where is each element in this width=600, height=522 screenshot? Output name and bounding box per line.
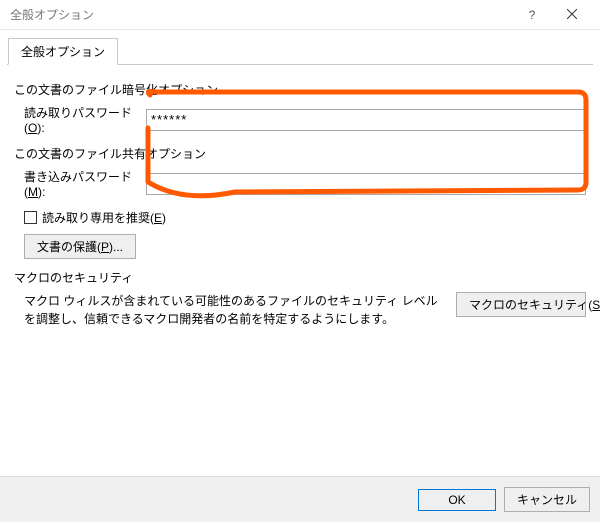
macro-security-button[interactable]: マクロのセキュリティ(S)... xyxy=(456,292,586,317)
protect-document-button[interactable]: 文書の保護(P)... xyxy=(24,234,136,259)
read-password-input[interactable] xyxy=(146,109,586,131)
dialog-footer: OK キャンセル xyxy=(0,476,600,522)
sharing-group-label: この文書のファイル共有オプション xyxy=(14,145,586,162)
window-title: 全般オプション xyxy=(10,6,512,23)
write-password-row: 書き込みパスワード(M): xyxy=(14,168,586,199)
write-password-label: 書き込みパスワード(M): xyxy=(14,168,146,199)
close-icon xyxy=(567,8,577,22)
cancel-button[interactable]: キャンセル xyxy=(504,487,590,512)
ok-button[interactable]: OK xyxy=(418,489,496,511)
content-area: この文書のファイル暗号化オプション 読み取りパスワード(O): この文書のファイ… xyxy=(0,65,600,338)
close-button[interactable] xyxy=(552,1,592,29)
help-icon: ? xyxy=(529,8,536,22)
read-password-row: 読み取りパスワード(O): xyxy=(14,104,586,135)
help-button[interactable]: ? xyxy=(512,1,552,29)
readonly-recommend-label: 読み取り専用を推奨(E) xyxy=(42,209,166,226)
tab-bar: 全般オプション xyxy=(0,30,600,65)
encryption-group-label: この文書のファイル暗号化オプション xyxy=(14,81,586,98)
macro-group-label: マクロのセキュリティ xyxy=(14,269,586,286)
tab-general-options[interactable]: 全般オプション xyxy=(8,38,118,65)
macro-security-text: マクロ ウィルスが含まれている可能性のあるファイルのセキュリティ レベルを調整し… xyxy=(14,292,442,328)
readonly-recommend-row[interactable]: 読み取り専用を推奨(E) xyxy=(14,209,586,226)
titlebar: 全般オプション ? xyxy=(0,0,600,30)
write-password-input[interactable] xyxy=(146,173,586,195)
macro-security-row: マクロ ウィルスが含まれている可能性のあるファイルのセキュリティ レベルを調整し… xyxy=(14,292,586,328)
read-password-label: 読み取りパスワード(O): xyxy=(14,104,146,135)
readonly-recommend-checkbox[interactable] xyxy=(24,211,37,224)
